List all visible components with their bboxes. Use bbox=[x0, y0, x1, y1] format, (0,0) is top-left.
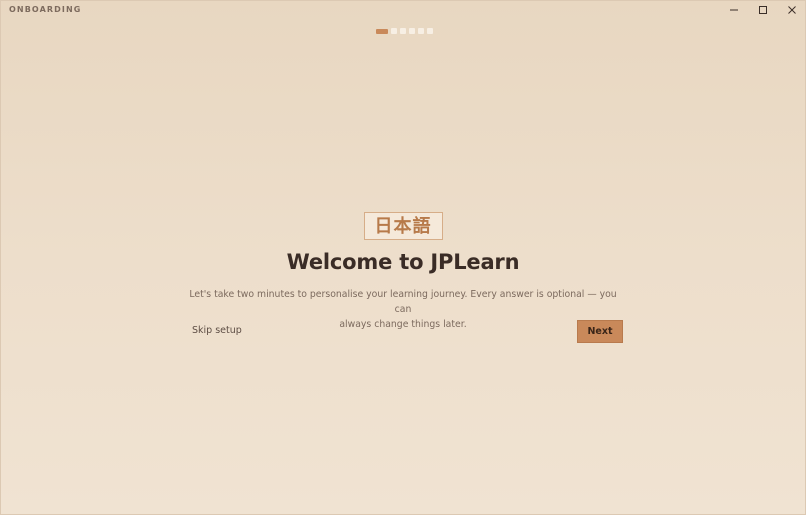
progress-step-5 bbox=[418, 28, 424, 34]
close-button[interactable] bbox=[777, 0, 806, 20]
progress-step-2 bbox=[391, 28, 397, 34]
progress-step-4 bbox=[409, 28, 415, 34]
next-button[interactable]: Next bbox=[577, 320, 623, 343]
step-progress-indicator bbox=[376, 28, 433, 34]
window-controls bbox=[719, 0, 806, 20]
progress-step-6 bbox=[427, 28, 433, 34]
subtitle-line-1: Let's take two minutes to personalise yo… bbox=[189, 289, 617, 315]
window-title: ONBOARDING bbox=[9, 5, 82, 14]
minimize-icon bbox=[729, 9, 738, 11]
maximize-icon bbox=[758, 6, 767, 14]
app-logo: 日本語 bbox=[363, 212, 443, 240]
close-icon bbox=[787, 6, 796, 14]
page-title: Welcome to JPLearn bbox=[286, 250, 520, 274]
welcome-subtitle: Let's take two minutes to personalise yo… bbox=[188, 287, 618, 332]
minimize-button[interactable] bbox=[719, 0, 748, 20]
skip-setup-link[interactable]: Skip setup bbox=[192, 325, 242, 336]
title-bar[interactable]: ONBOARDING bbox=[0, 0, 806, 20]
welcome-hero: 日本語 Welcome to JPLearn Let's take two mi… bbox=[0, 212, 806, 332]
maximize-button[interactable] bbox=[748, 0, 777, 20]
subtitle-line-2: always change things later. bbox=[339, 319, 467, 330]
progress-step-1-active bbox=[376, 28, 388, 34]
progress-step-3 bbox=[400, 28, 406, 34]
